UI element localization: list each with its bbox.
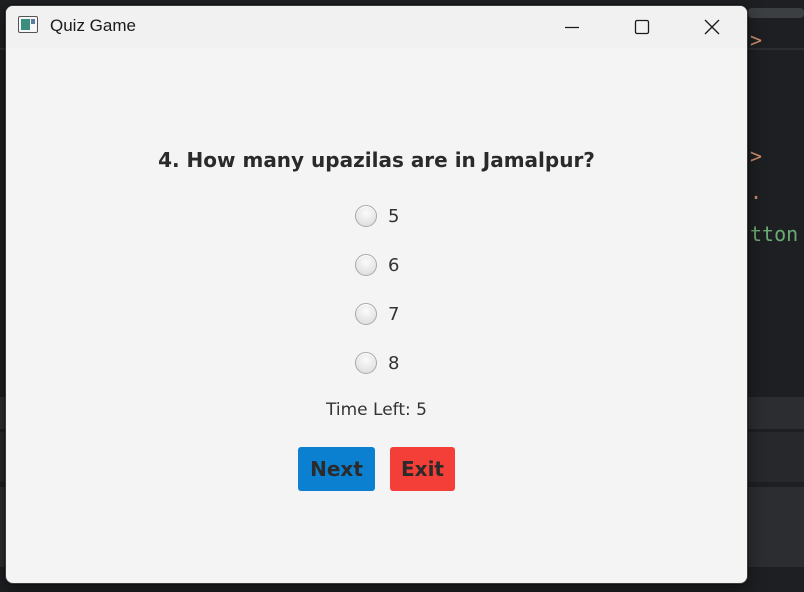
title-bar[interactable]: Quiz Game — [6, 6, 747, 48]
minimize-button[interactable] — [549, 6, 595, 48]
editor-tab-strip — [748, 8, 804, 18]
option-radio-2[interactable]: 6 — [355, 252, 399, 278]
option-label: 7 — [388, 303, 400, 325]
next-button[interactable]: Next — [298, 447, 375, 491]
maximize-button[interactable] — [619, 6, 665, 48]
radio-button[interactable] — [355, 303, 377, 325]
option-radio-4[interactable]: 8 — [355, 350, 399, 376]
close-button[interactable] — [689, 6, 735, 48]
app-window-icon — [18, 16, 38, 33]
minimize-icon — [565, 26, 579, 29]
close-icon — [704, 19, 720, 35]
maximize-icon — [634, 19, 650, 35]
option-radio-3[interactable]: 7 — [355, 301, 399, 327]
timer-label: Time Left: 5 — [326, 400, 427, 420]
code-fragment: . — [750, 180, 763, 204]
code-fragment: tton — [750, 222, 799, 246]
quiz-window: Quiz Game 4. How many upazilas are in Ja… — [5, 5, 748, 584]
radio-button[interactable] — [355, 352, 377, 374]
exit-button[interactable]: Exit — [390, 447, 455, 491]
option-label: 5 — [388, 205, 400, 227]
radio-button[interactable] — [355, 205, 377, 227]
window-title: Quiz Game — [50, 16, 136, 35]
code-fragment: > — [750, 28, 763, 52]
option-label: 6 — [388, 254, 400, 276]
question-text: 4. How many upazilas are in Jamalpur? — [158, 148, 595, 172]
option-radio-1[interactable]: 5 — [355, 203, 399, 229]
code-fragment: > — [750, 144, 763, 168]
radio-button[interactable] — [355, 254, 377, 276]
option-label: 8 — [388, 352, 400, 374]
